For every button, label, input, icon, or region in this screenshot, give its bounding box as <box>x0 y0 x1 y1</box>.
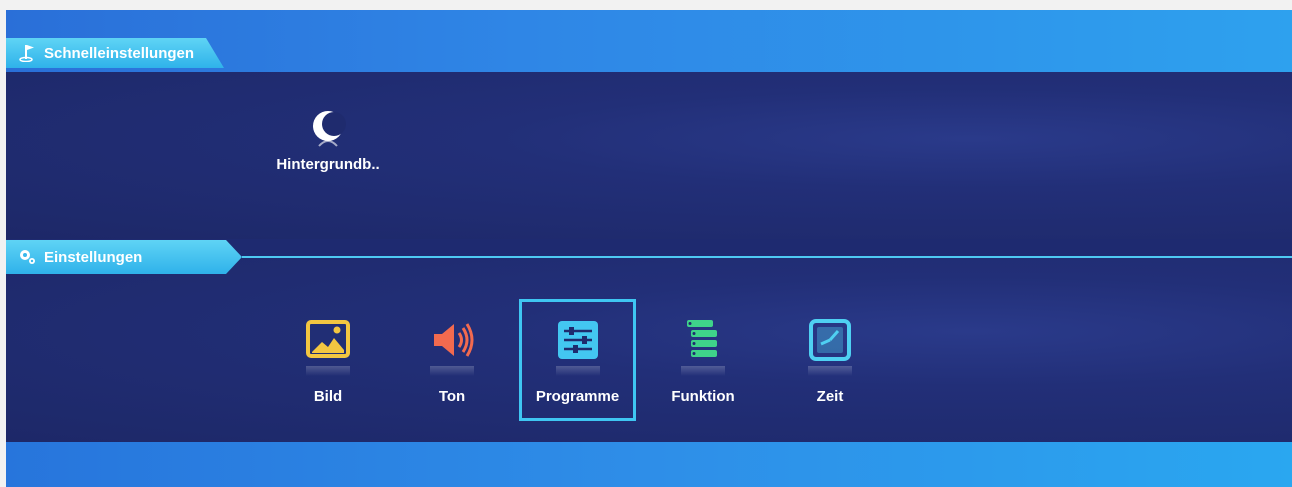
moon-icon <box>304 102 352 150</box>
tile-function[interactable]: Funktion <box>653 316 753 405</box>
sliders-reflection <box>555 366 600 376</box>
clock-icon <box>806 316 854 364</box>
picture-icon <box>304 316 352 364</box>
tile-label-sound: Ton <box>438 388 466 405</box>
tile-label-function: Funktion <box>671 388 735 405</box>
tile-programs[interactable]: Programme <box>519 299 636 421</box>
section-divider <box>242 256 1292 258</box>
tile-label-programs: Programme <box>535 388 620 405</box>
tile-picture[interactable]: Bild <box>278 316 378 405</box>
settings-panel <box>6 258 1292 442</box>
bottom-band <box>6 442 1292 487</box>
tile-time[interactable]: Zeit <box>780 316 880 405</box>
tile-backlight[interactable]: Hintergrundb.. <box>268 102 388 173</box>
flag-icon <box>18 44 36 62</box>
section-tab-settings: Einstellungen <box>6 240 242 274</box>
tv-settings-screen: Schnelleinstellungen Hintergrundb.. Eins… <box>6 10 1292 487</box>
gears-icon <box>18 248 36 266</box>
section-title-settings: Einstellungen <box>44 248 143 266</box>
tile-label-picture: Bild <box>313 388 343 405</box>
picture-reflection <box>306 366 350 376</box>
speaker-reflection <box>430 366 474 376</box>
sliders-icon <box>554 316 602 364</box>
tile-label-backlight: Hintergrundb.. <box>276 156 380 173</box>
list-reflection <box>681 366 725 376</box>
section-tab-quick-settings: Schnelleinstellungen <box>6 38 224 68</box>
tile-sound[interactable]: Ton <box>402 316 502 405</box>
clock-reflection <box>808 366 852 376</box>
tile-label-time: Zeit <box>816 388 844 405</box>
speaker-icon <box>428 316 476 364</box>
section-title-quick-settings: Schnelleinstellungen <box>44 44 195 62</box>
list-stack-icon <box>679 316 727 364</box>
quick-settings-panel <box>6 72 1292 239</box>
